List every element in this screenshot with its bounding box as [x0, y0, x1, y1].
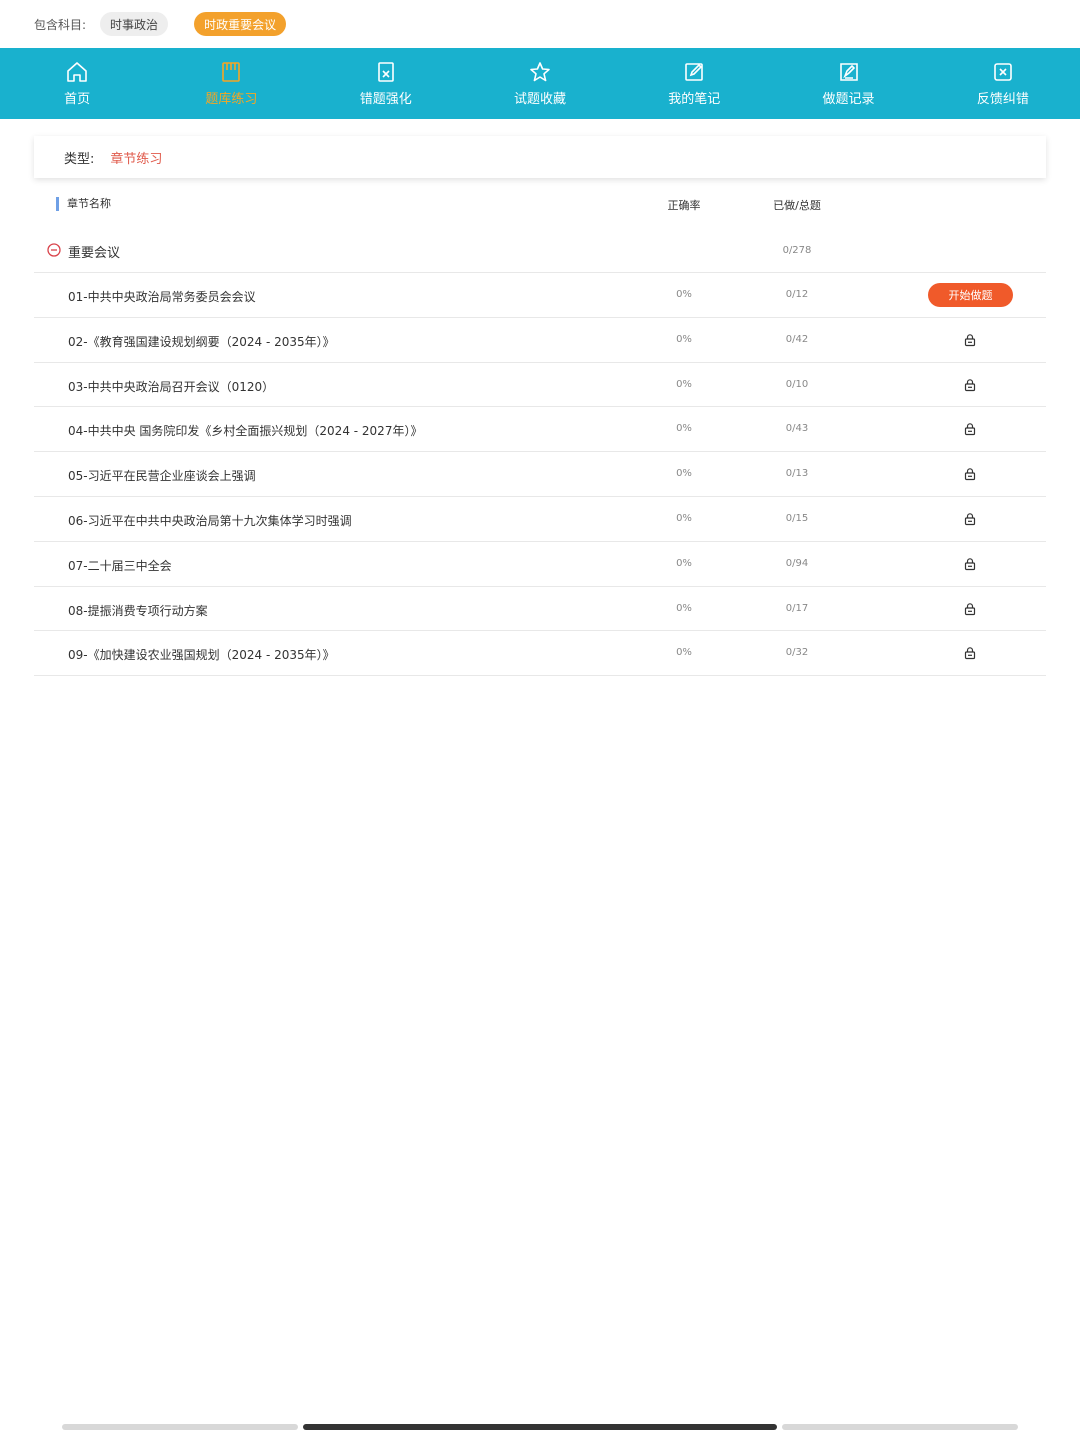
nav-label: 错题强化 — [359, 92, 412, 107]
chapter-rate: 0% — [676, 289, 692, 300]
type-label: 类型: — [64, 151, 95, 167]
book-icon — [222, 62, 241, 82]
nav-wrong-questions[interactable]: 错题强化 — [309, 48, 463, 119]
table-row: 06-习近平在中共中央政治局第十九次集体学习时强调 0% 0/15 — [34, 497, 1046, 542]
chapter-name: 09-《加快建设农业强国规划（2024 - 2035年）》 — [68, 648, 335, 663]
chapter-done: 0/12 — [785, 289, 809, 300]
chapter-done: 0/15 — [785, 512, 809, 524]
chapter-name: 05-习近平在民营企业座谈会上强调 — [68, 469, 256, 484]
nav-question-bank[interactable]: 题库练习 — [154, 48, 308, 119]
nav-label: 题库练习 — [205, 92, 258, 107]
chapter-rate: 0% — [676, 333, 692, 345]
record-icon — [839, 63, 858, 81]
chapter-name: 04-中共中央 国务院印发《乡村全面振兴规划（2024 - 2027年）》 — [68, 424, 423, 439]
nav-label: 首页 — [64, 92, 91, 107]
lock-icon[interactable] — [963, 602, 977, 616]
scroll-thumb[interactable] — [303, 1424, 777, 1430]
subject-chip-important-meetings[interactable]: 时政重要会议 — [194, 12, 287, 36]
lock-icon[interactable] — [963, 557, 977, 571]
subject-chip-current-affairs[interactable]: 时事政治 — [100, 12, 169, 36]
nav-feedback[interactable]: 反馈纠错 — [926, 48, 1080, 119]
nav-records[interactable]: 做题记录 — [771, 48, 925, 119]
chapter-done: 0/42 — [785, 333, 809, 345]
chapter-rate: 0% — [676, 378, 692, 390]
chapter-name: 03-中共中央政治局召开会议（0120） — [68, 379, 275, 394]
lock-icon[interactable] — [963, 646, 977, 660]
nav-label: 反馈纠错 — [976, 92, 1029, 107]
chapter-done: 0/10 — [785, 378, 809, 390]
table-row: 04-中共中央 国务院印发《乡村全面振兴规划（2024 - 2027年）》 0%… — [34, 407, 1046, 453]
home-icon — [67, 62, 87, 82]
nav-label: 试题收藏 — [513, 92, 566, 107]
table-row: 09-《加快建设农业强国规划（2024 - 2035年）》 0% 0/32 — [34, 631, 1046, 677]
chapter-done: 0/94 — [785, 557, 809, 569]
chapter-done: 0/13 — [785, 468, 809, 480]
chapter-list: 01-中共中央政治局常务委员会会议 0% 0/12 开始做题 02-《教育强国建… — [34, 273, 1046, 677]
nav-favorites[interactable]: 试题收藏 — [463, 48, 617, 119]
chapter-done: 0/17 — [785, 602, 809, 614]
chapter-rate: 0% — [676, 423, 692, 435]
wrong-book-icon — [377, 62, 394, 82]
edit-note-icon — [685, 63, 704, 81]
chapter-done: 0/43 — [785, 423, 809, 435]
chapter-group[interactable]: 重要会议 0/278 — [34, 228, 1046, 273]
subject-label: 包含科目: — [34, 17, 87, 32]
feedback-icon — [994, 63, 1012, 81]
chapter-name: 06-习近平在中共中央政治局第十九次集体学习时强调 — [68, 513, 352, 528]
nav-label: 做题记录 — [822, 92, 875, 107]
scroll-track-right — [782, 1424, 1018, 1430]
table-row: 02-《教育强国建设规划纲要（2024 - 2035年）》 0% 0/42 — [34, 318, 1046, 363]
lock-icon[interactable] — [963, 467, 977, 481]
table-row: 08-提振消费专项行动方案 0% 0/17 — [34, 587, 1046, 632]
type-filter-card: 类型: 章节练习 — [34, 136, 1046, 178]
table-row: 01-中共中央政治局常务委员会会议 0% 0/12 开始做题 — [34, 273, 1046, 318]
chapter-rate: 0% — [676, 468, 692, 480]
chapter-name: 02-《教育强国建设规划纲要（2024 - 2035年）》 — [68, 334, 335, 349]
chapter-name: 07-二十届三中全会 — [68, 558, 172, 573]
collapse-icon[interactable] — [47, 243, 61, 257]
table-row: 07-二十届三中全会 0% 0/94 — [34, 542, 1046, 587]
table-header: 章节名称 正确率 已做/总题 — [34, 190, 1046, 218]
chapter-rate: 0% — [676, 647, 692, 659]
column-header-rate: 正确率 — [667, 199, 701, 212]
type-value[interactable]: 章节练习 — [110, 148, 162, 167]
subject-filter: 包含科目: 时事政治 时政重要会议 — [0, 0, 1080, 48]
chapter-name: 01-中共中央政治局常务委员会会议 — [68, 290, 256, 304]
chapter-rate: 0% — [676, 512, 692, 524]
lock-icon[interactable] — [963, 422, 977, 436]
lock-icon[interactable] — [963, 512, 977, 526]
group-count: 0/278 — [782, 245, 812, 256]
lock-icon[interactable] — [963, 378, 977, 392]
lock-icon[interactable] — [963, 333, 977, 347]
chapter-name: 08-提振消费专项行动方案 — [68, 603, 208, 618]
start-practice-button[interactable]: 开始做题 — [928, 283, 1013, 307]
main-nav: 首页 题库练习 错题强化 试题收藏 我的笔记 做题记录 反馈纠错 — [0, 48, 1080, 119]
nav-notes[interactable]: 我的笔记 — [617, 48, 771, 119]
star-icon — [530, 62, 550, 82]
nav-home[interactable]: 首页 — [0, 48, 154, 119]
table-row: 03-中共中央政治局召开会议（0120） 0% 0/10 — [34, 363, 1046, 408]
chapter-rate: 0% — [676, 557, 692, 569]
column-header-name: 章节名称 — [56, 197, 111, 211]
chapter-done: 0/32 — [785, 647, 809, 659]
chapter-rate: 0% — [676, 602, 692, 614]
table-row: 05-习近平在民营企业座谈会上强调 0% 0/13 — [34, 452, 1046, 497]
nav-label: 我的笔记 — [668, 92, 721, 107]
column-header-done: 已做/总题 — [773, 199, 821, 212]
scroll-track-left — [62, 1424, 298, 1430]
group-name: 重要会议 — [68, 246, 121, 261]
